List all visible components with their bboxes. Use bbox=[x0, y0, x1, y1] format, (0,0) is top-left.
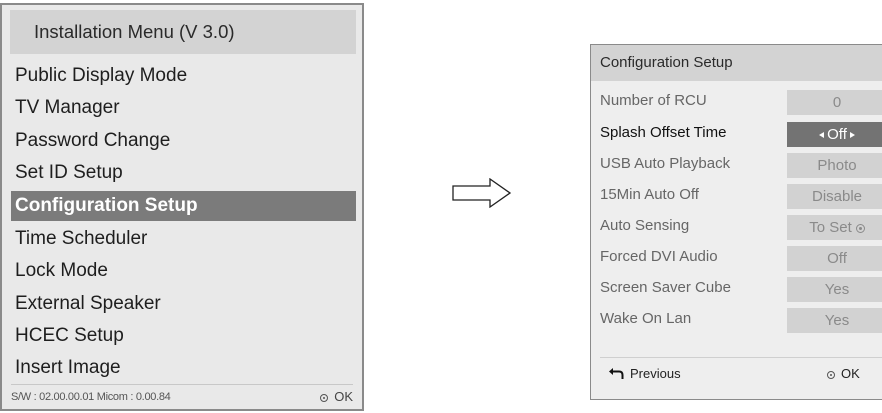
config-label: USB Auto Playback bbox=[600, 155, 731, 172]
config-row-number-of-rcu[interactable]: Number of RCU 0 bbox=[591, 85, 882, 116]
installation-menu-title: Installation Menu (V 3.0) bbox=[10, 10, 356, 54]
config-row-screen-saver-cube[interactable]: Screen Saver Cube Yes bbox=[591, 272, 882, 303]
config-row-15min-auto-off[interactable]: 15Min Auto Off Disable bbox=[591, 179, 882, 210]
config-row-forced-dvi-audio[interactable]: Forced DVI Audio Off bbox=[591, 241, 882, 272]
config-row-usb-auto-playback[interactable]: USB Auto Playback Photo bbox=[591, 148, 882, 179]
right-arrow-icon[interactable] bbox=[849, 132, 855, 138]
ok-label: OK bbox=[841, 366, 860, 381]
config-label: Forced DVI Audio bbox=[600, 248, 718, 265]
configuration-setup-title: Configuration Setup bbox=[591, 45, 882, 81]
config-label: Auto Sensing bbox=[600, 217, 690, 234]
menu-item-set-id-setup[interactable]: Set ID Setup bbox=[11, 158, 356, 188]
menu-item-lock-mode[interactable]: Lock Mode bbox=[11, 256, 356, 286]
ok-circle-icon bbox=[320, 394, 329, 402]
config-value: To Set bbox=[787, 215, 882, 240]
config-label: 15Min Auto Off bbox=[600, 186, 699, 203]
value-text: Off bbox=[827, 250, 847, 267]
config-label: Splash Offset Time bbox=[600, 124, 727, 141]
installation-menu-panel: Installation Menu (V 3.0) Public Display… bbox=[0, 3, 364, 411]
right-outline-arrow-icon bbox=[452, 178, 512, 208]
configuration-setup-footer: Previous OK bbox=[600, 357, 882, 394]
ok-circle-icon bbox=[827, 371, 835, 379]
ok-label: OK bbox=[334, 389, 353, 404]
value-text: Yes bbox=[824, 312, 850, 329]
back-arrow-icon bbox=[609, 368, 624, 379]
value-text: 0 bbox=[832, 94, 842, 111]
config-label: Wake On Lan bbox=[600, 310, 692, 327]
value-text: Off bbox=[827, 126, 847, 143]
value-text: Photo bbox=[817, 157, 857, 174]
config-value: Yes bbox=[787, 308, 882, 333]
config-value: Photo bbox=[787, 153, 882, 178]
config-row-splash-offset-time[interactable]: Splash Offset Time Off bbox=[591, 117, 882, 148]
value-text: Disable bbox=[811, 188, 863, 205]
radio-circle-icon bbox=[855, 224, 865, 233]
menu-item-tv-manager[interactable]: TV Manager bbox=[11, 93, 356, 123]
menu-item-insert-image[interactable]: Insert Image bbox=[11, 353, 356, 383]
config-value: Off bbox=[787, 246, 882, 271]
ok-button[interactable]: OK bbox=[320, 385, 353, 409]
config-value-selector[interactable]: Off bbox=[787, 122, 882, 147]
menu-item-password-change[interactable]: Password Change bbox=[11, 126, 356, 156]
left-arrow-icon[interactable] bbox=[819, 132, 825, 138]
config-row-auto-sensing[interactable]: Auto Sensing To Set bbox=[591, 210, 882, 241]
ok-button[interactable]: OK bbox=[827, 367, 860, 381]
config-value: 0 bbox=[787, 90, 882, 115]
previous-label: Previous bbox=[630, 366, 681, 381]
config-value: Yes bbox=[787, 277, 882, 302]
previous-button[interactable]: Previous bbox=[608, 367, 681, 381]
installation-menu-footer: S/W : 02.00.00.01 Micom : 0.00.84 OK bbox=[11, 384, 353, 409]
software-version: S/W : 02.00.00.01 Micom : 0.00.84 bbox=[11, 391, 171, 403]
menu-item-configuration-setup[interactable]: Configuration Setup bbox=[11, 191, 356, 221]
menu-item-hcec-setup[interactable]: HCEC Setup bbox=[11, 321, 356, 351]
config-label: Number of RCU bbox=[600, 92, 707, 109]
config-label: Screen Saver Cube bbox=[600, 279, 731, 296]
menu-item-time-scheduler[interactable]: Time Scheduler bbox=[11, 224, 356, 254]
configuration-setup-panel: Configuration Setup Number of RCU 0 Spla… bbox=[590, 44, 882, 400]
value-text: Yes bbox=[824, 281, 850, 298]
value-text: To Set bbox=[809, 219, 852, 236]
config-row-wake-on-lan[interactable]: Wake On Lan Yes bbox=[591, 303, 882, 334]
menu-item-public-display-mode[interactable]: Public Display Mode bbox=[11, 61, 356, 91]
config-value: Disable bbox=[787, 184, 882, 209]
menu-item-external-speaker[interactable]: External Speaker bbox=[11, 289, 356, 319]
